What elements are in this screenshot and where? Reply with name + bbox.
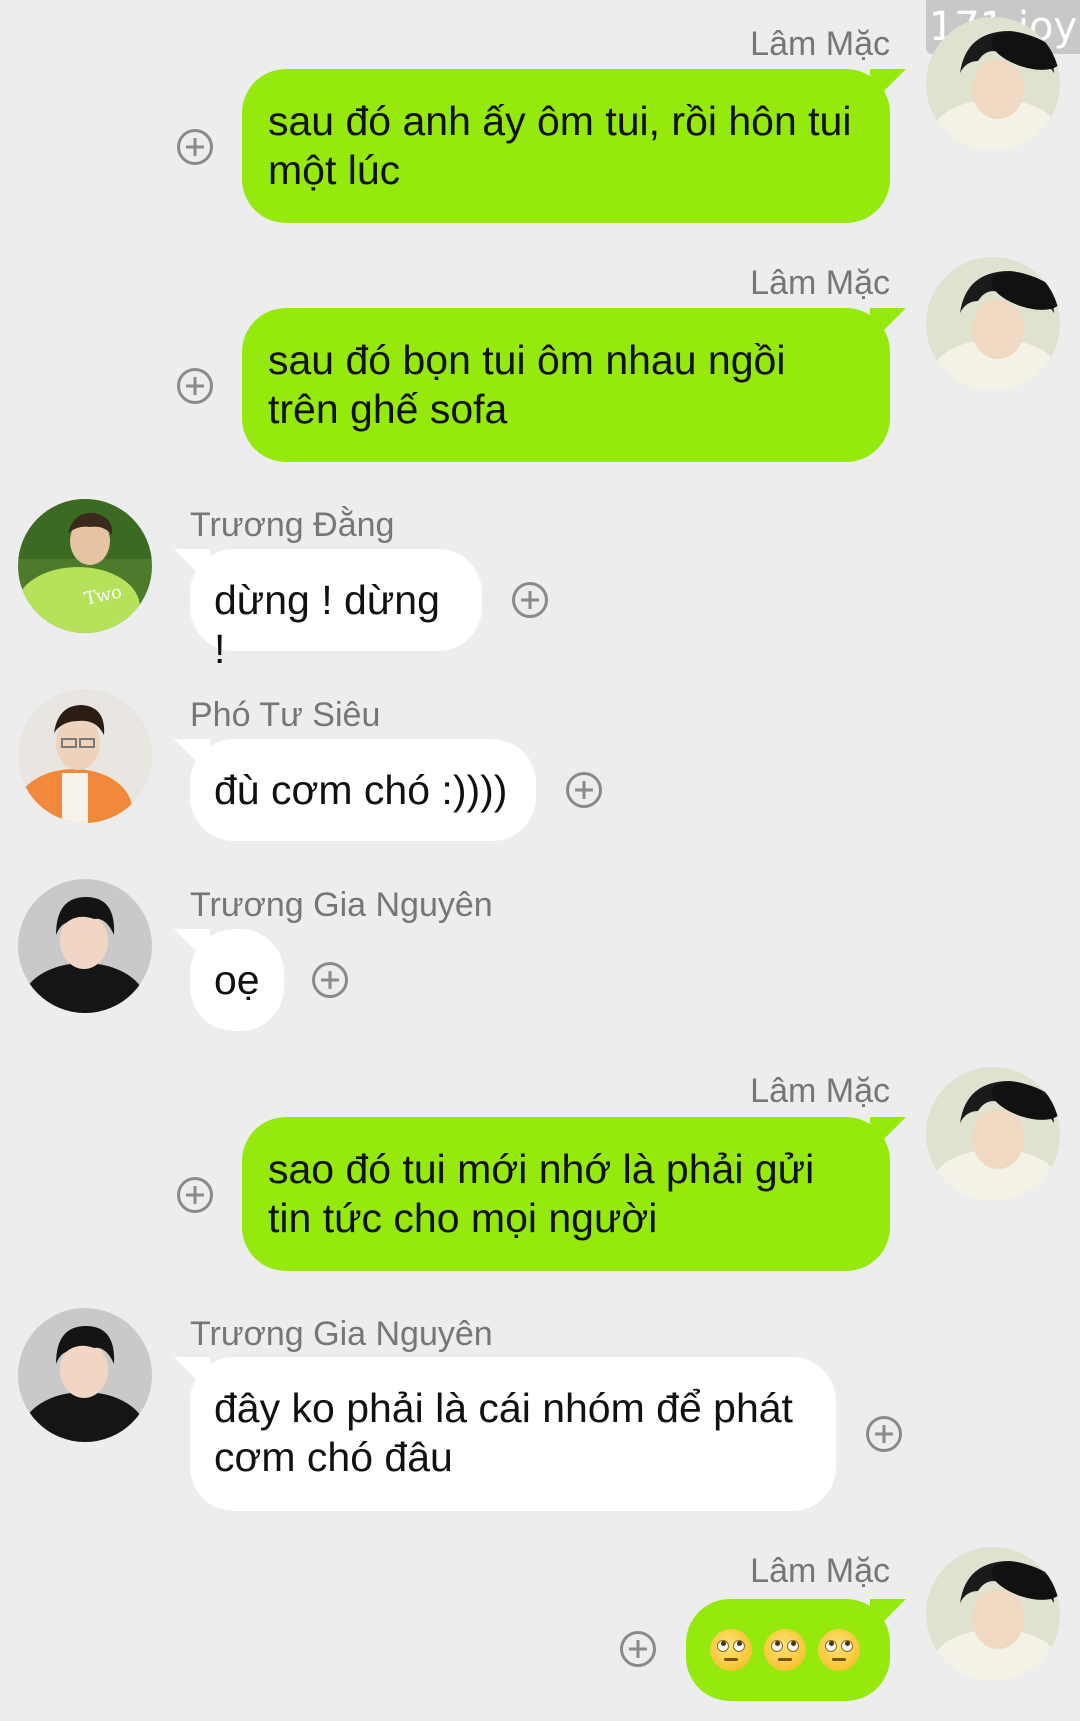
plus-circle-icon[interactable] [512, 582, 548, 618]
message-bubble[interactable]: dừng ! dừng ! [190, 549, 482, 672]
sender-name: Lâm Mặc [750, 25, 890, 63]
plus-circle-icon[interactable] [177, 129, 213, 165]
avatar-pho-tu-sieu[interactable] [18, 689, 152, 823]
message-text: sau đó bọn tui ôm nhau ngồi trên ghế sof… [268, 337, 786, 432]
avatar-truong-gia-nguyen[interactable] [18, 1308, 152, 1442]
sender-name: Lâm Mặc [750, 1072, 890, 1110]
avatar-lam-mac[interactable] [926, 1547, 1060, 1681]
message-text: sau đó anh ấy ôm tui, rồi hôn tui một lú… [268, 98, 852, 193]
message-bubble[interactable]: sau đó anh ấy ôm tui, rồi hôn tui một lú… [242, 69, 890, 223]
sender-name: Phó Tư Siêu [190, 696, 381, 734]
message-bubble[interactable]: sau đó bọn tui ôm nhau ngồi trên ghế sof… [242, 308, 890, 462]
message-text: sao đó tui mới nhớ là phải gửi tin tức c… [268, 1146, 815, 1241]
plus-circle-icon[interactable] [566, 772, 602, 808]
message-bubble[interactable] [686, 1599, 890, 1701]
sender-name: Lâm Mặc [750, 1552, 890, 1590]
face-with-rolling-eyes-icon [764, 1628, 806, 1671]
avatar-lam-mac[interactable] [926, 17, 1060, 151]
plus-circle-icon[interactable] [312, 962, 348, 998]
message-bubble[interactable]: oẹ [190, 929, 284, 1031]
avatar-lam-mac[interactable] [926, 1067, 1060, 1201]
face-with-rolling-eyes-icon [818, 1628, 860, 1671]
sender-name: Trương Gia Nguyên [190, 886, 493, 924]
sender-name: Trương Gia Nguyên [190, 1315, 493, 1353]
message-text: oẹ [214, 957, 260, 1003]
avatar-truong-gia-nguyen[interactable] [18, 879, 152, 1013]
message-bubble[interactable]: đây ko phải là cái nhóm để phát cơm chó … [190, 1357, 836, 1511]
face-with-rolling-eyes-icon [710, 1628, 752, 1671]
plus-circle-icon[interactable] [620, 1631, 656, 1667]
message-text: đây ko phải là cái nhóm để phát cơm chó … [214, 1385, 793, 1480]
plus-circle-icon[interactable] [177, 1177, 213, 1213]
plus-circle-icon[interactable] [177, 368, 213, 404]
avatar-truong-dang[interactable]: Two [18, 499, 152, 633]
message-text: đù cơm chó :)))) [214, 767, 508, 813]
sender-name: Lâm Mặc [750, 264, 890, 302]
plus-circle-icon[interactable] [866, 1416, 902, 1452]
message-text: dừng ! dừng ! [214, 577, 440, 672]
message-bubble[interactable]: sao đó tui mới nhớ là phải gửi tin tức c… [242, 1117, 890, 1271]
avatar-lam-mac[interactable] [926, 257, 1060, 391]
message-bubble[interactable]: đù cơm chó :)))) [190, 739, 536, 841]
sender-name: Trương Đằng [190, 506, 395, 544]
